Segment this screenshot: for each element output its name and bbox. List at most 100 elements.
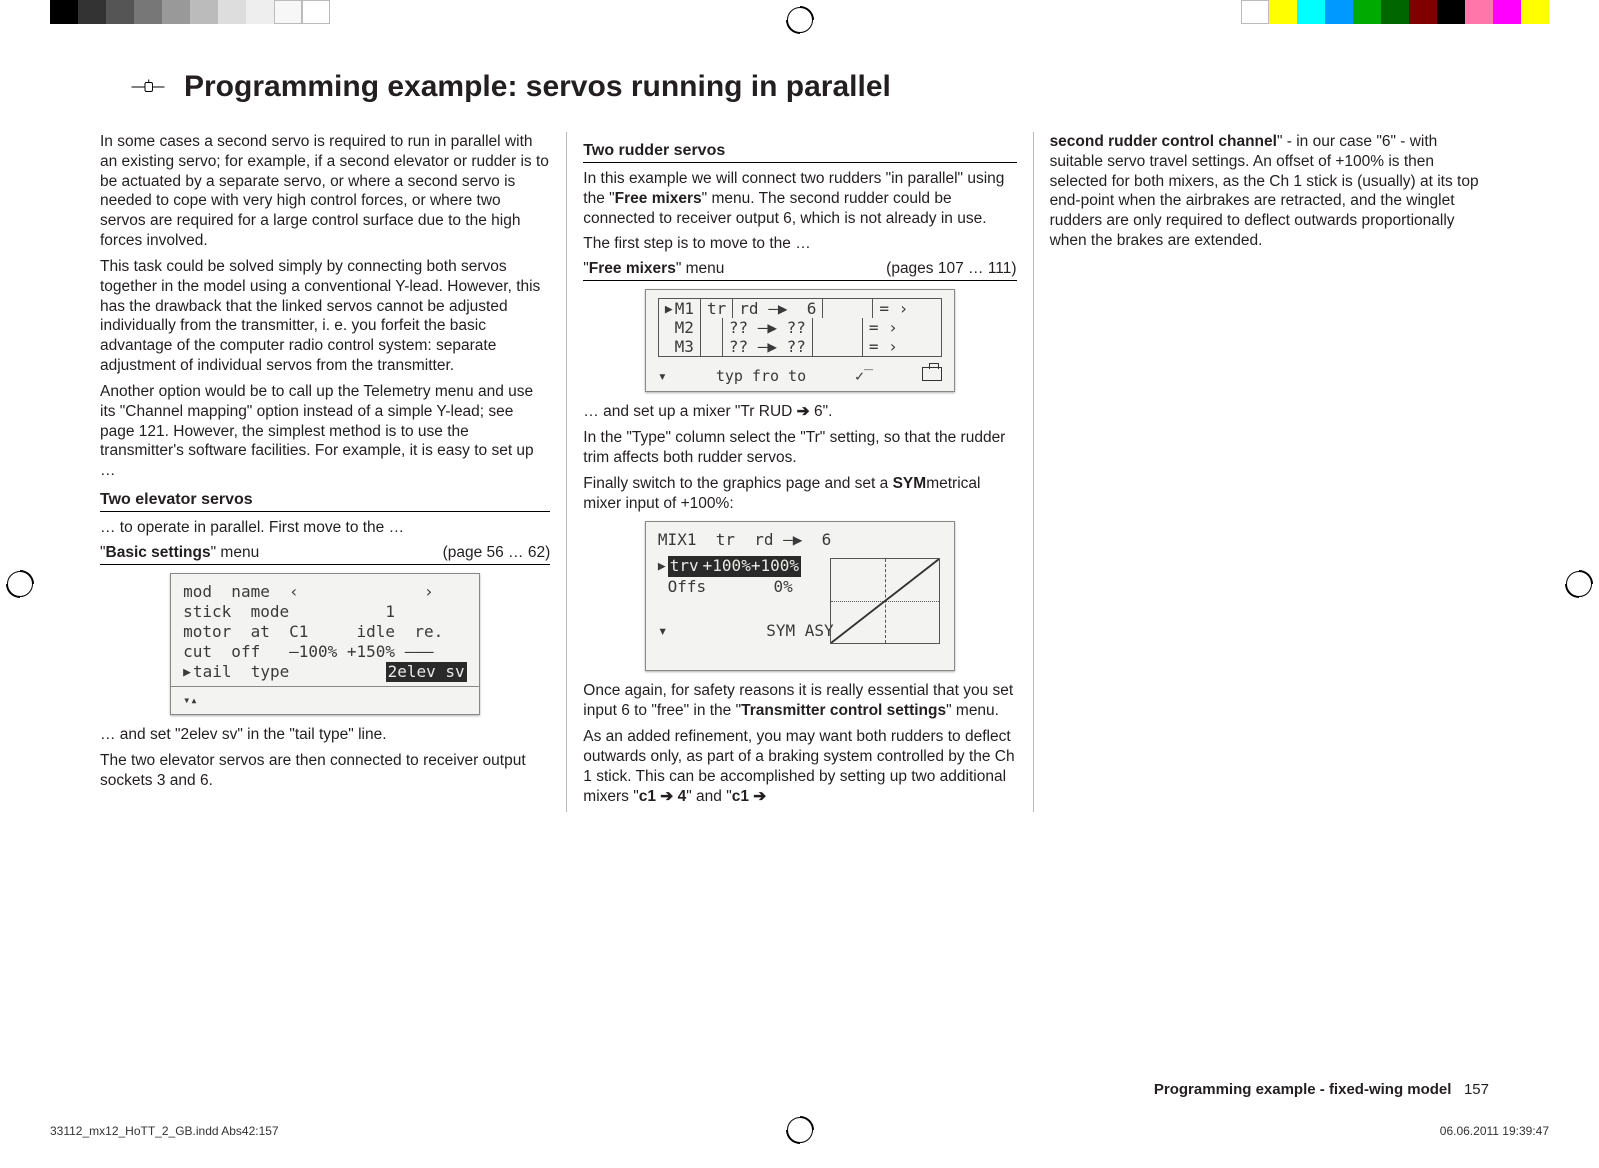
lcd-label-highlighted: trv (668, 556, 701, 576)
bold-text: SYM (893, 475, 927, 492)
lcd-title: MIX1 tr rd –▶ 6 (658, 530, 942, 550)
menu-name: Free mixers (589, 260, 676, 277)
text: " menu. (946, 702, 999, 719)
text: " and " (686, 788, 731, 805)
arrow-icon: –▶ (768, 299, 787, 318)
arrow-icon (797, 403, 814, 420)
bold-text: c1 (639, 788, 661, 805)
mixer-curve-graph (830, 558, 940, 644)
page-title: Programming example: servos running in p… (184, 70, 891, 104)
body-text: This task could be solved simply by conn… (100, 257, 550, 376)
folder-icon (922, 367, 942, 381)
subheading: Two rudder servos (583, 142, 1016, 163)
down-arrow-icon: ▾ (658, 367, 667, 385)
lcd-mixer-row: M3 ?? –▶ ?? = › (659, 337, 941, 356)
text: … and set up a mixer "Tr RUD (583, 403, 796, 420)
enter-icon: = › (873, 299, 914, 318)
subheading: Two elevator servos (100, 491, 550, 512)
print-slug-right: 06.06.2011 19:39:47 (1440, 1124, 1549, 1138)
lcd-value-highlighted: +100%+100% (701, 556, 801, 576)
lcd-footer-labels: typ fro to (716, 367, 806, 385)
cursor-icon (665, 299, 675, 318)
footer-label: Programming example - fixed-wing model (1154, 1081, 1452, 1098)
body-text: … and set up a mixer "Tr RUD 6". (583, 402, 1016, 422)
mixer-id: M3 (675, 337, 694, 356)
bold-text: Transmitter control settings (741, 702, 946, 719)
text: 6". (814, 403, 832, 420)
menu-reference: "Basic settings" menu (page 56 … 62) (100, 544, 550, 565)
body-text: In this example we will connect two rudd… (583, 169, 1016, 228)
column-1: In some cases a second servo is required… (100, 132, 566, 812)
registration-mark-icon (786, 6, 814, 34)
bold-text: c1 (732, 788, 754, 805)
cursor-icon (183, 662, 193, 682)
body-text: … and set "2elev sv" in the "tail type" … (100, 725, 550, 745)
mixer-to: ?? (787, 337, 806, 356)
mixer-from: rd (739, 299, 758, 318)
body-text: Once again, for safety reasons it is rea… (583, 681, 1016, 721)
lcd-value-highlighted: 2elev sv (386, 662, 467, 682)
lcd-mixer-row: M2 ?? –▶ ?? = › (659, 318, 941, 337)
menu-reference: "Free mixers" menu (pages 107 … 111) (583, 260, 1016, 281)
lcd-row-selected: tail type 2elev sv (183, 662, 467, 682)
body-text: The two elevator servos are then connect… (100, 751, 550, 791)
down-arrow-icon: ▾ (658, 621, 668, 641)
mixer-type (701, 318, 723, 337)
body-text: As an added refinement, you may want bot… (583, 727, 1016, 806)
lcd-free-mixers: M1 tr rd –▶ 6 = › M2 ?? –▶ ?? = › (645, 289, 955, 392)
page-content: Programming example: servos running in p… (100, 50, 1499, 1068)
text: " - in our case "6" - with suitable serv… (1050, 133, 1479, 249)
lcd-row: cut off –100% +150% ––– (183, 642, 467, 662)
column-3: second rudder control channel" - in our … (1033, 132, 1499, 812)
page-number: 157 (1464, 1081, 1489, 1098)
page-footer: Programming example - fixed-wing model 1… (1154, 1081, 1489, 1098)
lcd-mode-labels: SYM ASY (766, 621, 833, 641)
bold-text: 4 (678, 788, 687, 805)
registration-mark-icon (1565, 570, 1593, 598)
cursor-icon (658, 556, 668, 576)
arrow-icon: –▶ (758, 337, 777, 356)
body-text: second rudder control channel" - in our … (1050, 132, 1483, 251)
mixer-type: tr (701, 299, 733, 318)
mixer-to: 6 (807, 299, 817, 318)
body-text: The first step is to move to the … (583, 234, 1016, 254)
lcd-label: tail type (193, 662, 289, 682)
arrow-icon (660, 788, 677, 805)
print-slug-left: 33112_mx12_HoTT_2_GB.indd Abs42:157 (50, 1124, 279, 1138)
mixer-id: M2 (675, 318, 694, 337)
mixer-id: M1 (675, 299, 694, 318)
airplane-icon (130, 76, 166, 98)
lcd-row: stick mode 1 (183, 602, 467, 622)
body-text: … to operate in parallel. First move to … (100, 518, 550, 538)
bold-text: Free mixers (615, 190, 702, 207)
lcd-basic-settings: mod name ‹ › stick mode 1 motor at C1 id… (170, 573, 480, 715)
page-reference: (pages 107 … 111) (886, 260, 1016, 278)
page-reference: (page 56 … 62) (443, 544, 551, 562)
enter-icon: = › (863, 337, 904, 356)
body-text: Finally switch to the graphics page and … (583, 474, 1016, 514)
body-text: In some cases a second servo is required… (100, 132, 550, 251)
printer-color-bar-right (1241, 0, 1549, 24)
mixer-to: ?? (787, 318, 806, 337)
lcd-value: 0% (774, 577, 793, 597)
curve-icon: ✓‾ (855, 367, 873, 385)
mixer-from: ?? (729, 337, 748, 356)
body-text: Another option would be to call up the T… (100, 382, 550, 481)
lcd-row: motor at C1 idle re. (183, 622, 467, 642)
enter-icon: = › (863, 318, 904, 337)
mixer-type (701, 337, 723, 356)
lcd-mixer-row: M1 tr rd –▶ 6 = › (659, 299, 941, 318)
menu-suffix: " menu (676, 260, 725, 277)
mixer-from: ?? (729, 318, 748, 337)
text: Finally switch to the graphics page and … (583, 475, 892, 492)
column-2: Two rudder servos In this example we wil… (566, 132, 1032, 812)
registration-mark-icon (786, 1116, 814, 1144)
printer-color-bar-left (50, 0, 330, 24)
lcd-nav-arrows: ▾▴ (183, 693, 467, 708)
body-text: In the "Type" column select the "Tr" set… (583, 428, 1016, 468)
registration-mark-icon (6, 570, 34, 598)
arrow-icon: –▶ (758, 318, 777, 337)
menu-name: Basic settings (106, 544, 211, 561)
bold-text: second rudder control channel (1050, 133, 1277, 150)
lcd-row: mod name ‹ › (183, 582, 467, 602)
